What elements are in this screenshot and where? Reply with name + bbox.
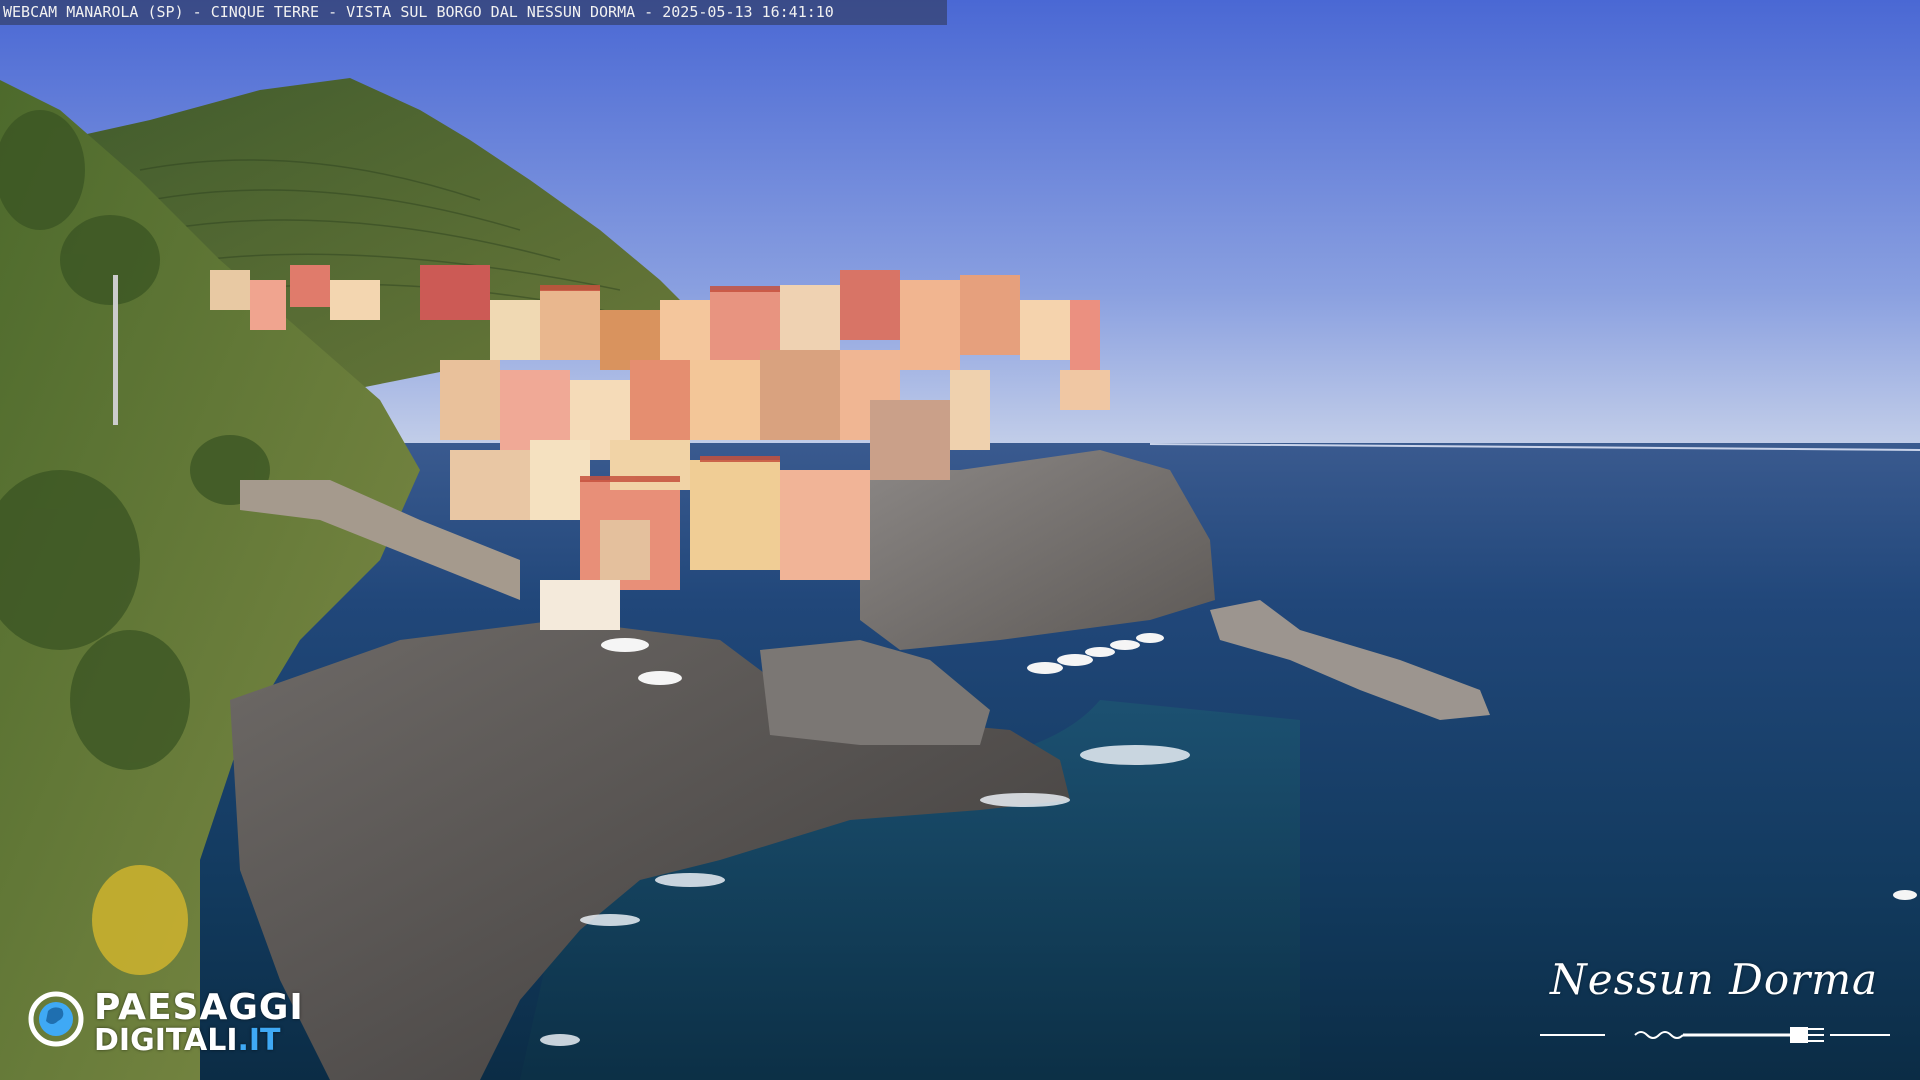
- landscape-scene: [0, 0, 1920, 1080]
- nessun-dorma-logo: Nessun Dorma: [1540, 955, 1900, 1065]
- globe-icon: [28, 991, 84, 1047]
- utility-pole: [113, 275, 118, 425]
- webcam-frame: WEBCAM MANAROLA (SP) - CINQUE TERRE - VI…: [0, 0, 1920, 1080]
- yellow-broom: [92, 865, 188, 975]
- logo-line-2: DIGITALI.IT: [94, 1023, 281, 1058]
- logo-line-1: PAESAGGI: [94, 987, 304, 1028]
- logo-line-2-main: DIGITALI: [94, 1023, 238, 1058]
- webcam-caption: WEBCAM MANAROLA (SP) - CINQUE TERRE - VI…: [0, 0, 947, 25]
- logo-line-2-tld: .IT: [237, 1023, 281, 1058]
- paesaggi-digitali-logo: PAESAGGI DIGITALI.IT: [28, 985, 348, 1058]
- nessun-dorma-script: Nessun Dorma: [1550, 955, 1879, 1004]
- fork-icon: [1540, 1027, 1890, 1043]
